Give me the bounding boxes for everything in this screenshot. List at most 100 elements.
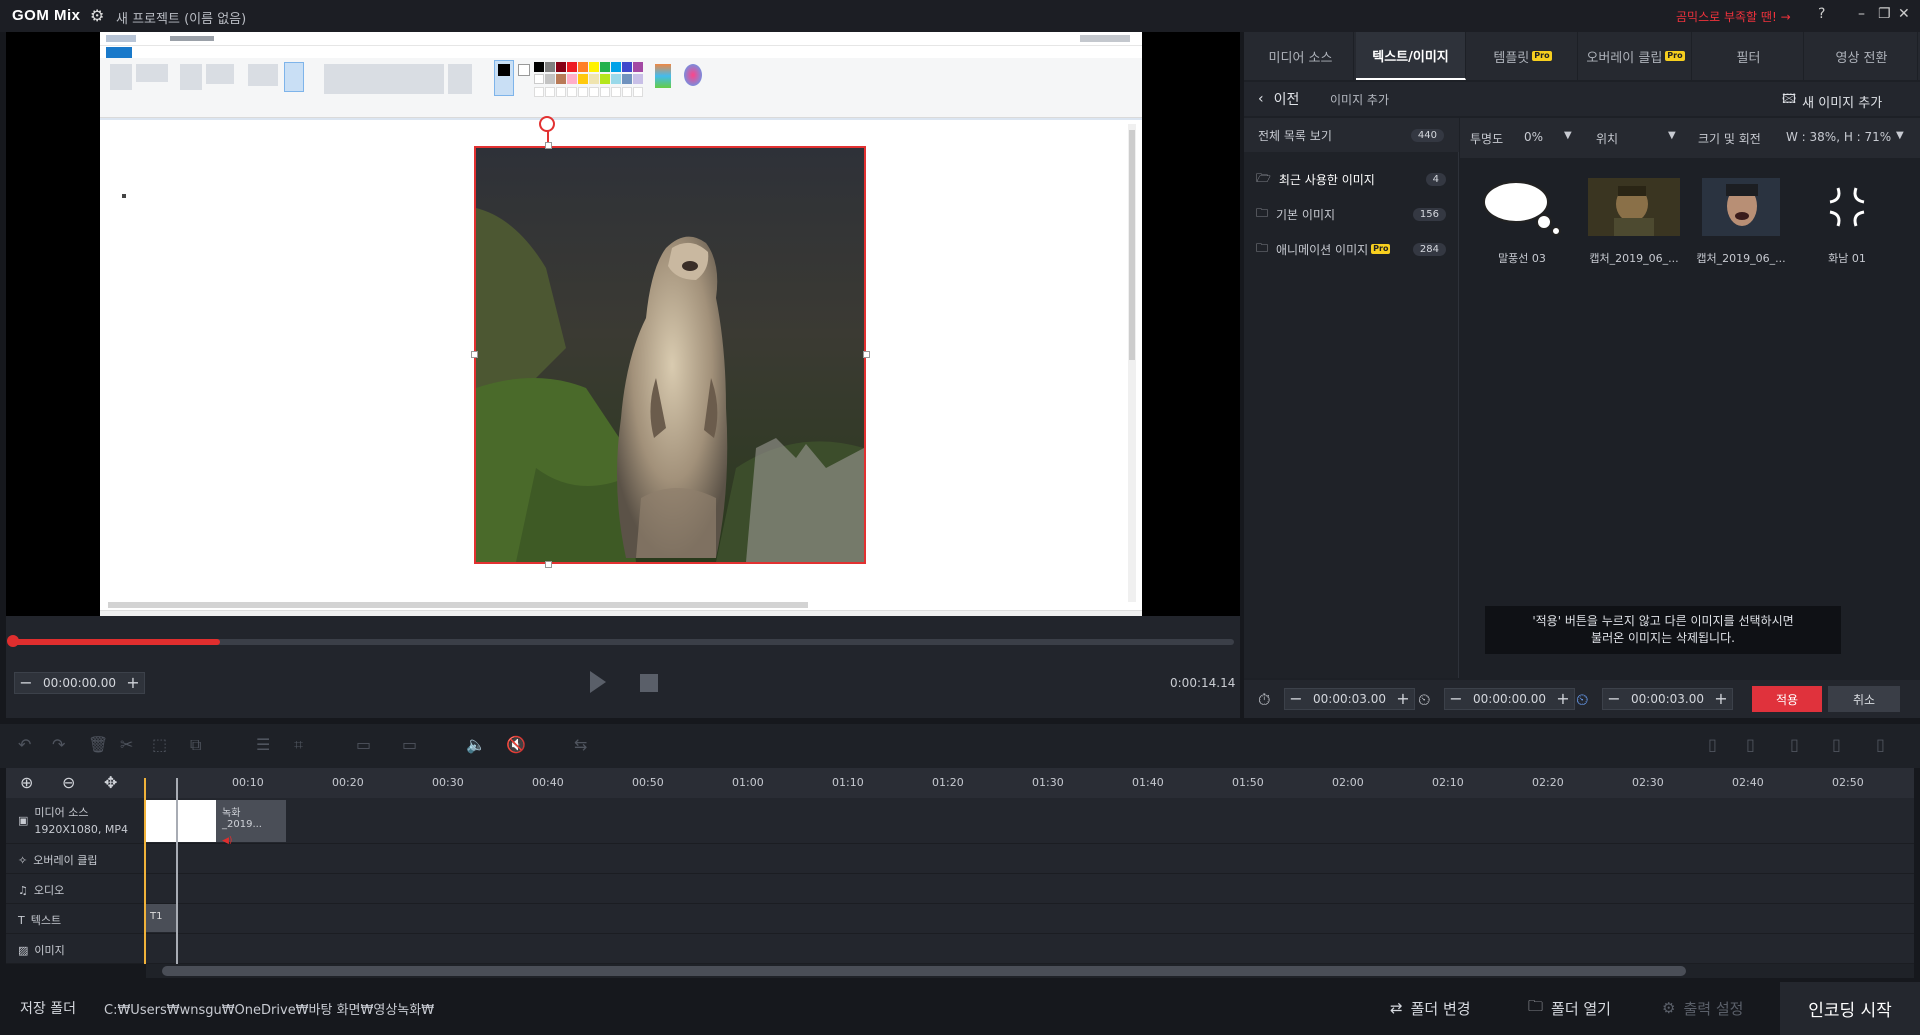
volume-icon[interactable]: 🔈 <box>466 735 486 754</box>
button-label: 출력 설정 <box>1683 999 1744 1018</box>
close-icon[interactable]: ✕ <box>1898 6 1910 22</box>
paint-file-tab <box>106 47 132 58</box>
folder-icon: 🗀 <box>1256 240 1269 255</box>
resize-handle[interactable] <box>545 142 552 149</box>
preview-frame-paint-window <box>100 32 1142 617</box>
tab-text-image[interactable]: 텍스트/이미지 <box>1356 32 1466 80</box>
timeline-scroll-thumb[interactable] <box>162 966 1686 976</box>
size-rotation-value[interactable]: W : 38%, H : 71% <box>1786 130 1891 144</box>
track-label-text: T 텍스트 <box>18 912 61 928</box>
cut-icon[interactable]: ✂ <box>120 735 133 754</box>
redo-icon[interactable]: ↷ <box>52 735 65 754</box>
tab-overlay-clip[interactable]: 오버레이 클립 Pro <box>1580 32 1692 80</box>
select-icon[interactable]: ⬚ <box>152 735 167 754</box>
opacity-dropdown-icon[interactable]: ▼ <box>1564 130 1572 141</box>
tick-label: 02:40 <box>1732 776 1764 789</box>
tab-filter[interactable]: 필터 <box>1694 32 1804 80</box>
resize-handle[interactable] <box>545 561 552 568</box>
save-folder-label: 저장 폴더 <box>20 1001 76 1017</box>
resize-handle[interactable] <box>471 351 478 358</box>
copy-file-icon[interactable]: ▯ <box>1746 735 1755 754</box>
change-folder-button[interactable]: ⇄ 폴더 변경 <box>1390 992 1471 1024</box>
crop-icon[interactable]: ⌗ <box>294 735 303 755</box>
start-time-value: 00:00:00.00 <box>1473 692 1546 706</box>
media-clip[interactable]: 녹화_2019... ◀) <box>216 800 286 846</box>
start-encoding-button[interactable]: 인코딩 시작 <box>1780 982 1920 1035</box>
speed-icon[interactable]: ⇆ <box>574 735 587 754</box>
media-clip-thumbnail[interactable] <box>146 800 216 842</box>
decrease-button[interactable]: − <box>1445 689 1467 709</box>
position-dropdown-icon[interactable]: ▼ <box>1668 130 1676 141</box>
apply-button[interactable]: 적용 <box>1752 686 1822 712</box>
split-icon[interactable]: ⧉ <box>190 735 201 755</box>
settings-gear-icon[interactable]: ⚙ <box>90 6 104 25</box>
save-file-icon[interactable]: ▯ <box>1790 735 1799 754</box>
stop-icon[interactable] <box>640 674 658 692</box>
mute-icon[interactable]: 🔇 <box>506 735 526 754</box>
time-increase-button[interactable]: + <box>122 673 144 693</box>
output-settings-button[interactable]: ⚙ 출력 설정 <box>1662 992 1743 1024</box>
current-time-stepper[interactable]: − 00:00:00.00 + <box>14 672 145 694</box>
tab-transition[interactable]: 영상 전환 <box>1806 32 1918 80</box>
file-icon[interactable]: ▯ <box>1708 735 1717 754</box>
play-icon[interactable] <box>590 671 606 693</box>
tick-label: 00:50 <box>632 776 664 789</box>
playhead[interactable] <box>176 778 178 964</box>
thumbnail-capture-2[interactable] <box>1702 178 1780 236</box>
category-basic[interactable]: 🗀 기본 이미지 156 <box>1256 201 1446 227</box>
increase-button[interactable]: + <box>1710 689 1732 709</box>
size-dropdown-icon[interactable]: ▼ <box>1896 130 1904 141</box>
chevron-left-icon: ‹ <box>1258 91 1264 107</box>
category-animation[interactable]: 🗀 애니메이션 이미지 Pro 284 <box>1256 236 1446 262</box>
category-label: 기본 이미지 <box>1276 207 1336 222</box>
open-folder-button[interactable]: 🗀 폴더 열기 <box>1528 992 1611 1024</box>
tab-template[interactable]: 템플릿 Pro <box>1468 32 1578 80</box>
text-clip[interactable]: T1 <box>146 904 176 932</box>
thumbnail-angry[interactable] <box>1816 178 1878 236</box>
thumbnail-speech-bubble[interactable] <box>1476 178 1568 236</box>
decrease-button[interactable]: − <box>1603 689 1625 709</box>
thumbnail-capture-1[interactable] <box>1588 178 1680 236</box>
edit-file-icon[interactable]: ▯ <box>1832 735 1841 754</box>
back-button[interactable]: ‹ 이전 <box>1258 89 1299 109</box>
add-new-image-button[interactable]: 🖾 새 이미지 추가 <box>1782 90 1882 112</box>
increase-button[interactable]: + <box>1392 689 1414 709</box>
all-list-button[interactable]: 전체 목록 보기 440 <box>1258 122 1444 148</box>
export-file-icon[interactable]: ▯ <box>1876 735 1885 754</box>
undo-icon[interactable]: ↶ <box>18 735 31 754</box>
thumbnail-label: 화남 01 <box>1828 252 1866 265</box>
stopwatch-icon: ⏱ <box>1258 690 1271 709</box>
count-badge: 156 <box>1412 207 1446 221</box>
category-recent[interactable]: 🗁 최근 사용한 이미지 4 <box>1256 166 1446 192</box>
help-button[interactable]: ? <box>1818 6 1825 22</box>
duration-stepper[interactable]: − 00:00:03.00 + <box>1284 688 1415 710</box>
tick-label: 00:10 <box>232 776 264 789</box>
minimize-icon[interactable]: – <box>1858 6 1865 22</box>
start-time-stepper[interactable]: − 00:00:00.00 + <box>1444 688 1575 710</box>
image-icon: ▨ <box>18 943 29 957</box>
delete-icon[interactable]: 🗑 <box>88 735 108 754</box>
opacity-value[interactable]: 0% <box>1524 130 1543 144</box>
image-prev-icon[interactable]: ▭ <box>356 735 371 754</box>
rotate-handle-icon[interactable] <box>539 116 555 132</box>
zoom-in-icon[interactable]: ⊕ <box>20 773 33 792</box>
resize-handle[interactable] <box>863 351 870 358</box>
decrease-button[interactable]: − <box>1285 689 1307 709</box>
time-decrease-button[interactable]: − <box>15 673 37 693</box>
image-next-icon[interactable]: ▭ <box>402 735 417 754</box>
seek-knob[interactable] <box>7 635 19 647</box>
cancel-button[interactable]: 취소 <box>1828 686 1900 712</box>
position-dropdown[interactable]: 위치 <box>1596 130 1618 147</box>
track-text <box>6 904 1914 934</box>
restore-icon[interactable]: ❐ <box>1878 6 1891 22</box>
end-time-stepper[interactable]: − 00:00:03.00 + <box>1602 688 1733 710</box>
zoom-out-icon[interactable]: ⊖ <box>62 773 75 792</box>
inserted-image-selection[interactable] <box>474 146 866 564</box>
tick-label: 00:20 <box>332 776 364 789</box>
fit-icon[interactable]: ✥ <box>104 773 117 792</box>
increase-button[interactable]: + <box>1552 689 1574 709</box>
tab-media-source[interactable]: 미디어 소스 <box>1248 32 1354 80</box>
tick-label: 01:10 <box>832 776 864 789</box>
adjust-icon[interactable]: ☰ <box>256 735 270 754</box>
promo-link[interactable]: 곰믹스로 부족할 땐! → <box>1676 8 1791 25</box>
